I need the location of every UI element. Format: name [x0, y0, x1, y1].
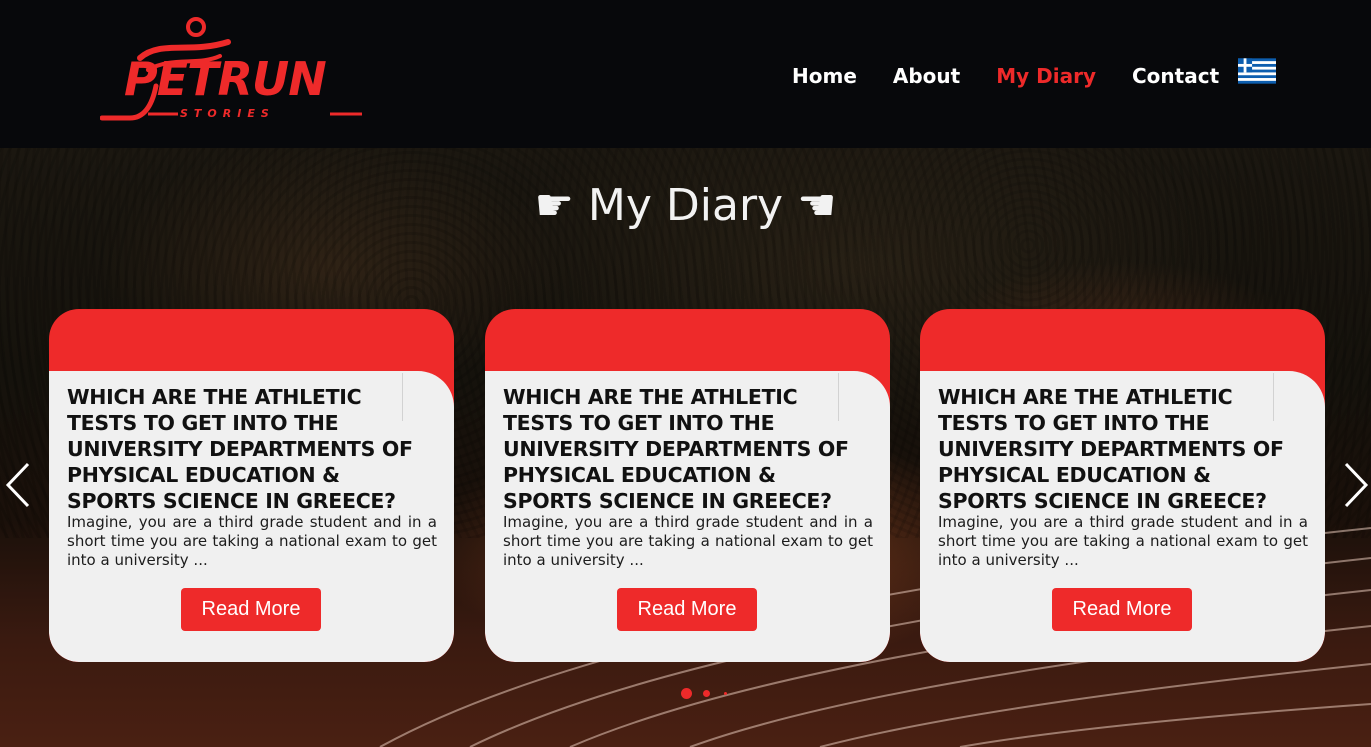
card-excerpt: Imagine, you are a third grade student a…	[67, 513, 437, 569]
carousel-dot-2[interactable]	[703, 690, 710, 697]
diary-card: WHICH ARE THE ATHLETIC TESTS TO GET INTO…	[920, 309, 1325, 662]
nav-item-my-diary[interactable]: My Diary	[996, 62, 1096, 90]
card-excerpt: Imagine, you are a third grade student a…	[503, 513, 873, 569]
card-body: WHICH ARE THE ATHLETIC TESTS TO GET INTO…	[49, 371, 454, 662]
logo-tagline: STORIES	[180, 107, 275, 120]
card-body: WHICH ARE THE ATHLETIC TESTS TO GET INTO…	[920, 371, 1325, 662]
carousel-dots	[681, 687, 741, 701]
main-nav: Home About My Diary Contact	[792, 58, 1276, 90]
card-title[interactable]: WHICH ARE THE ATHLETIC TESTS TO GET INTO…	[503, 384, 863, 514]
nav-item-home[interactable]: Home	[792, 62, 857, 90]
carousel-dot-1[interactable]	[681, 688, 692, 699]
diary-hero-section: ☛ My Diary ☚ WHICH ARE THE ATHLETIC TEST…	[0, 148, 1371, 747]
greek-flag-icon[interactable]	[1238, 58, 1276, 84]
card-body: WHICH ARE THE ATHLETIC TESTS TO GET INTO…	[485, 371, 890, 662]
read-more-button[interactable]: Read More	[181, 588, 321, 631]
site-header: PETRUN STORIES Home About My Diary Conta…	[0, 0, 1371, 148]
petrun-stories-logo[interactable]: PETRUN STORIES	[100, 16, 365, 124]
card-title[interactable]: WHICH ARE THE ATHLETIC TESTS TO GET INTO…	[67, 384, 427, 514]
page-title: ☛ My Diary ☚	[534, 180, 837, 231]
diary-card: WHICH ARE THE ATHLETIC TESTS TO GET INTO…	[49, 309, 454, 662]
nav-item-about[interactable]: About	[893, 62, 960, 90]
carousel-dot-3[interactable]	[724, 692, 727, 695]
card-excerpt: Imagine, you are a third grade student a…	[938, 513, 1308, 569]
logo-wordmark: PETRUN	[124, 52, 327, 106]
diary-card: WHICH ARE THE ATHLETIC TESTS TO GET INTO…	[485, 309, 890, 662]
read-more-button[interactable]: Read More	[617, 588, 757, 631]
read-more-button[interactable]: Read More	[1052, 588, 1192, 631]
chevron-left-icon[interactable]	[4, 460, 34, 510]
card-title[interactable]: WHICH ARE THE ATHLETIC TESTS TO GET INTO…	[938, 384, 1298, 514]
nav-item-contact[interactable]: Contact	[1132, 62, 1219, 90]
chevron-right-icon[interactable]	[1340, 460, 1370, 510]
